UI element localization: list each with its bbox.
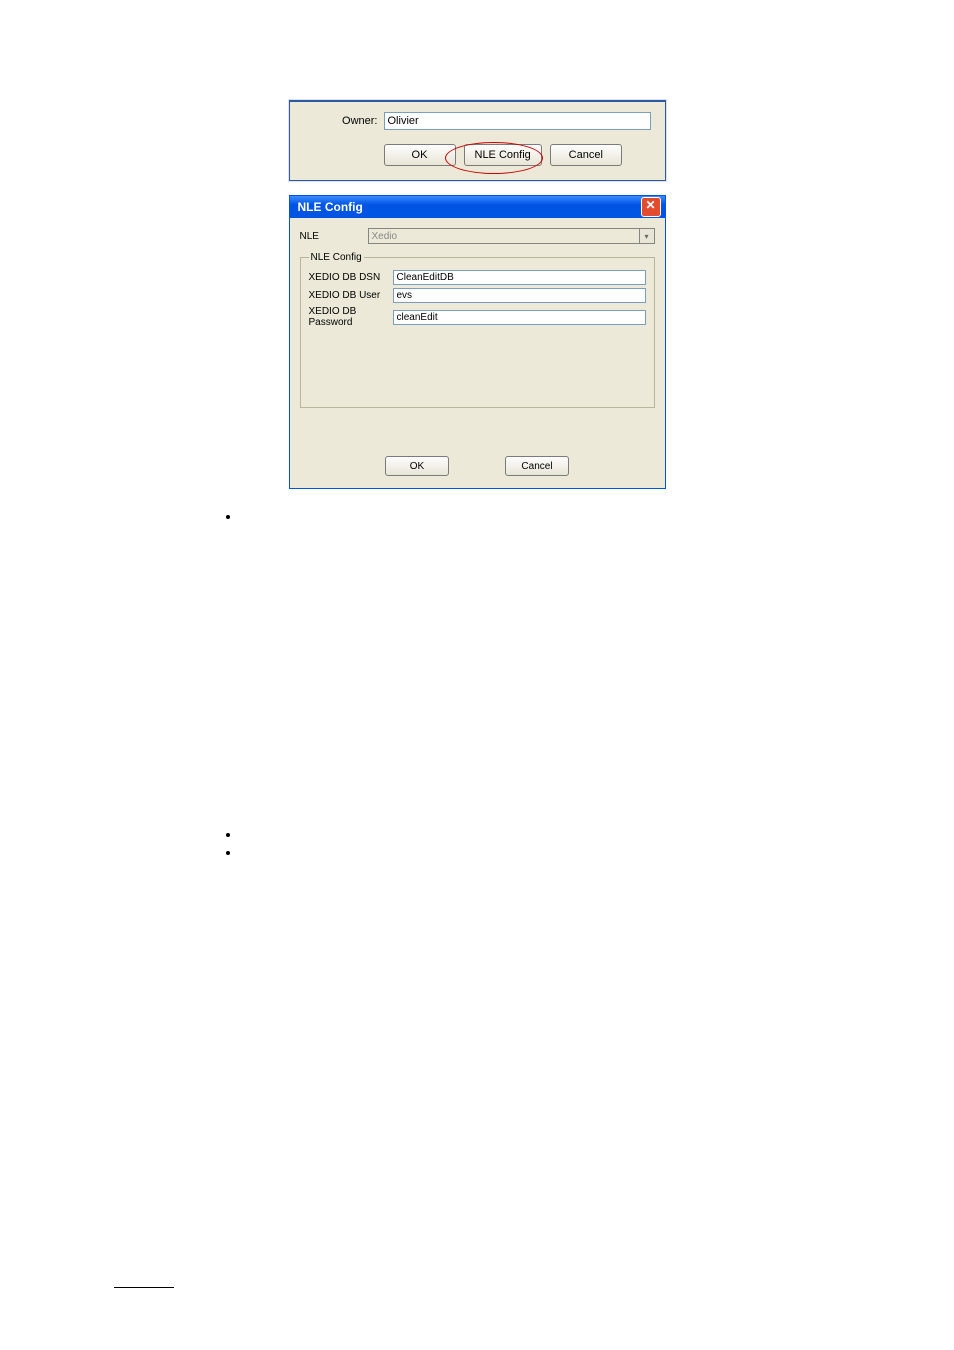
ok-button[interactable]: OK xyxy=(384,144,456,166)
dbuser-input[interactable] xyxy=(393,288,646,303)
dsn-input[interactable] xyxy=(393,270,646,285)
chevron-down-icon: ▾ xyxy=(639,229,654,243)
footnote-rule xyxy=(114,1287,174,1288)
nle-config-dialog: NLE Config ✕ NLE Xedio ▾ NLE Config XEDI… xyxy=(289,195,666,489)
close-icon: ✕ xyxy=(645,198,655,212)
fieldset-legend: NLE Config xyxy=(309,252,364,263)
dbpassword-input[interactable] xyxy=(393,310,646,325)
cancel-button-nle[interactable]: Cancel xyxy=(505,456,569,476)
dsn-label: XEDIO DB DSN xyxy=(309,272,393,283)
titlebar: NLE Config ✕ xyxy=(290,196,665,218)
owner-input[interactable] xyxy=(384,112,651,130)
nle-select-value: Xedio xyxy=(369,231,639,242)
list-item xyxy=(240,845,954,863)
list-item xyxy=(240,827,954,845)
bullet-list xyxy=(200,509,954,527)
nle-select[interactable]: Xedio ▾ xyxy=(368,228,655,244)
cancel-button[interactable]: Cancel xyxy=(550,144,622,166)
nle-label: NLE xyxy=(300,231,368,242)
host-config-dialog: Owner: OK NLE Config Cancel xyxy=(289,100,666,181)
owner-label: Owner: xyxy=(304,115,384,127)
nle-config-button[interactable]: NLE Config xyxy=(464,144,542,166)
ok-button-nle[interactable]: OK xyxy=(385,456,449,476)
dbuser-label: XEDIO DB User xyxy=(309,290,393,301)
list-item xyxy=(240,509,954,527)
window-title: NLE Config xyxy=(298,200,363,214)
close-button[interactable]: ✕ xyxy=(641,197,661,217)
nle-config-fieldset: NLE Config XEDIO DB DSN XEDIO DB User XE… xyxy=(300,252,655,408)
dbpassword-label: XEDIO DB Password xyxy=(309,306,393,328)
